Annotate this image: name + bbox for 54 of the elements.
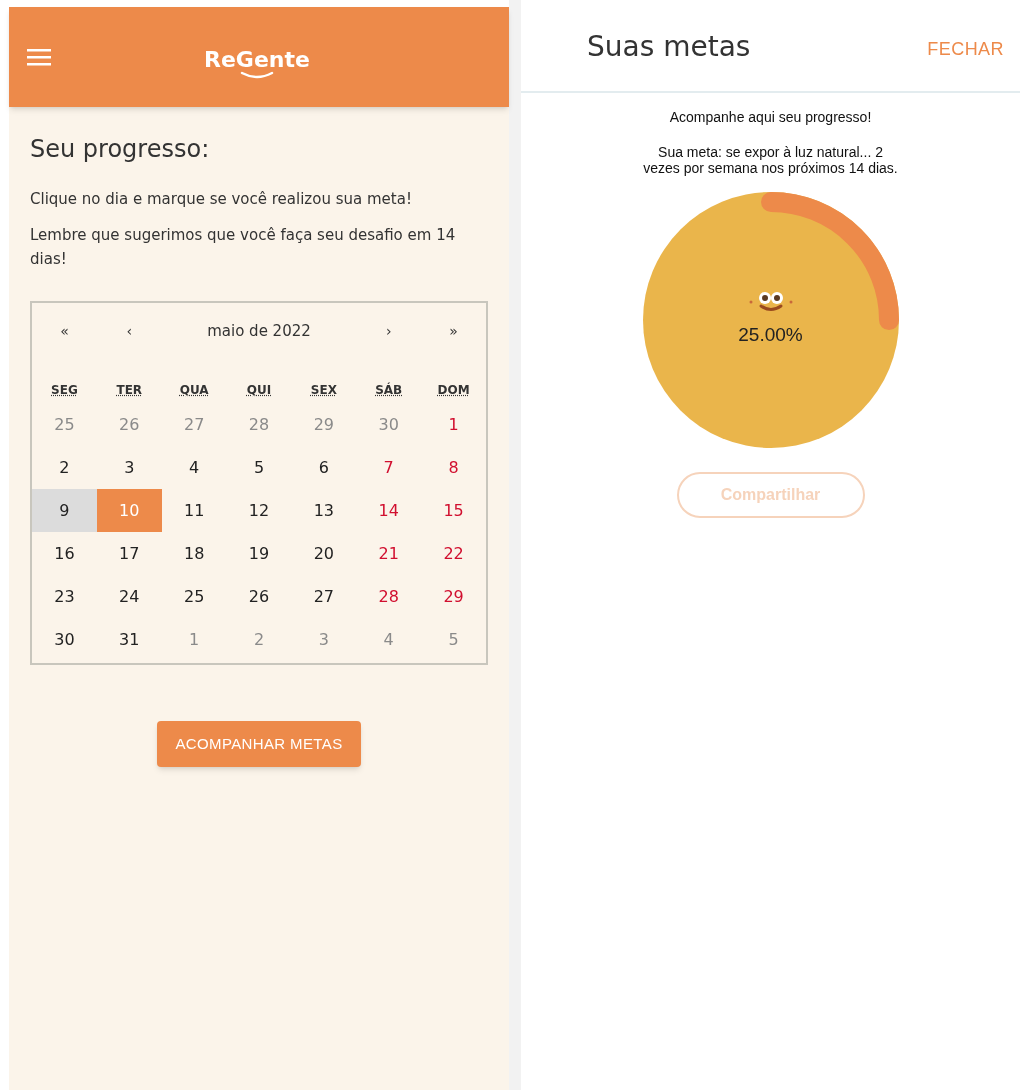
- app-logo: ReGente: [204, 49, 310, 71]
- share-button: Compartilhar: [676, 472, 865, 518]
- calendar-day[interactable]: 16: [32, 532, 97, 575]
- intro-text: Acompanhe aqui seu progresso!: [669, 108, 872, 127]
- goal-text: Sua meta: se expor à luz natural... 2 vezes por semana nos próximos 14 dias.: [642, 144, 899, 176]
- weekday-label: SÁB: [375, 381, 403, 399]
- calendar-day[interactable]: 29: [421, 575, 486, 618]
- smiley-icon: [747, 290, 794, 313]
- calendar-day[interactable]: 24: [96, 575, 162, 618]
- calendar-day[interactable]: 31: [96, 618, 162, 661]
- weekday-label: TER: [116, 382, 143, 399]
- calendar-day[interactable]: 11: [161, 489, 227, 532]
- calendar-day[interactable]: 8: [421, 446, 486, 489]
- calendar-day[interactable]: 20: [291, 532, 357, 575]
- calendar-day[interactable]: 14: [356, 489, 422, 532]
- calendar-day[interactable]: 12: [226, 489, 292, 532]
- month-label: maio de 2022: [206, 320, 312, 342]
- weekday-label: SEX: [310, 382, 337, 399]
- calendar-day[interactable]: 5: [226, 446, 292, 489]
- calendar-day[interactable]: 17: [96, 532, 162, 575]
- panel-title: Suas metas: [587, 29, 751, 65]
- smile-icon: [238, 71, 275, 79]
- calendar-day[interactable]: 23: [32, 575, 97, 618]
- next-month-button[interactable]: ›: [356, 320, 422, 342]
- calendar-day[interactable]: 22: [421, 532, 486, 575]
- calendar-day[interactable]: 1: [421, 403, 486, 446]
- calendar-day[interactable]: 27: [291, 575, 357, 618]
- instruction-text: Clique no dia e marque se você realizou sua meta!: [30, 189, 413, 210]
- progress-percentage: 25.00%: [738, 322, 803, 347]
- section-title: Seu progresso:: [30, 134, 211, 165]
- weekday-label: SEG: [51, 382, 78, 399]
- calendar-day[interactable]: 4: [161, 446, 227, 489]
- previous-year-button[interactable]: «: [32, 320, 97, 342]
- calendar-day[interactable]: 28: [356, 575, 422, 618]
- calendar-day[interactable]: 19: [226, 532, 292, 575]
- calendar-day[interactable]: 26: [226, 575, 292, 618]
- calendar-day[interactable]: 7: [356, 446, 422, 489]
- instruction-text: Lembre que sugerimos que você faça seu desafio em 14 dias!: [30, 225, 457, 270]
- previous-month-button[interactable]: ‹: [96, 320, 162, 342]
- calendar-day[interactable]: 30: [32, 618, 97, 661]
- calendar-day[interactable]: 9: [32, 489, 97, 532]
- calendar-day[interactable]: 3: [96, 446, 162, 489]
- calendar-day[interactable]: 13: [291, 489, 357, 532]
- calendar-day[interactable]: 6: [291, 446, 357, 489]
- calendar-day[interactable]: 2: [32, 446, 97, 489]
- calendar-day[interactable]: 25: [161, 575, 227, 618]
- calendar-day[interactable]: 15: [421, 489, 486, 532]
- calendar-day[interactable]: 18: [161, 532, 227, 575]
- menu-icon[interactable]: [27, 48, 51, 66]
- calendar-day[interactable]: 21: [356, 532, 422, 575]
- weekday-label: QUI: [246, 382, 272, 399]
- next-year-button[interactable]: »: [421, 320, 486, 342]
- weekday-label: DOM: [437, 382, 470, 399]
- weekday-label: QUA: [179, 382, 209, 399]
